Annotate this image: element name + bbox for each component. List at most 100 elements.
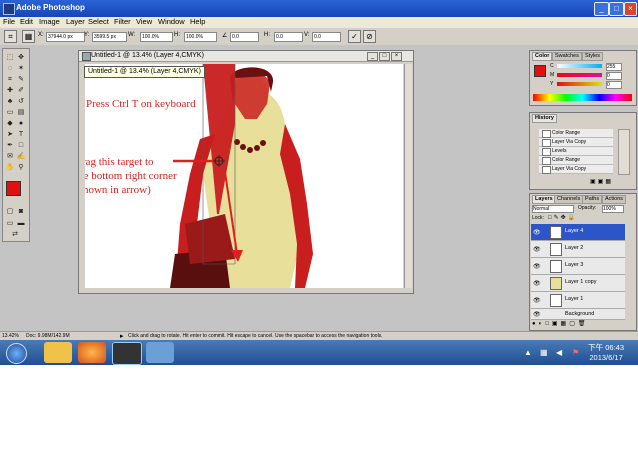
eye-icon[interactable]: 👁: [533, 263, 541, 270]
notes-tool-icon[interactable]: ✉: [5, 152, 15, 161]
menu-help[interactable]: Help: [190, 17, 205, 26]
firefox-taskbar-icon[interactable]: [78, 342, 106, 363]
history-scrollbar[interactable]: [618, 129, 630, 175]
history-brush-tool-icon[interactable]: ↺: [16, 97, 26, 106]
layers-footer-icons[interactable]: ●◐□▣▦▢🗑: [532, 320, 632, 328]
m-value[interactable]: 0: [606, 72, 622, 80]
eye-icon[interactable]: 👁: [533, 297, 541, 304]
vertical-scrollbar[interactable]: [404, 64, 412, 288]
menu-layer[interactable]: Layer: [66, 17, 85, 26]
tab-paths[interactable]: Paths: [582, 195, 603, 204]
path-selection-tool-icon[interactable]: ➤: [5, 130, 15, 139]
tray-arrow-icon[interactable]: ▲: [524, 348, 532, 357]
menu-filter[interactable]: Filter: [114, 17, 131, 26]
layer-row[interactable]: 👁 Background: [531, 309, 625, 320]
color-panel-fg-swatch[interactable]: [534, 65, 546, 77]
y-slider[interactable]: [557, 82, 602, 86]
tab-actions[interactable]: Actions: [602, 195, 627, 204]
opacity-field[interactable]: 100%: [602, 205, 624, 213]
commit-transform-button[interactable]: ✓: [348, 30, 361, 43]
blur-tool-icon[interactable]: ◆: [5, 119, 15, 128]
reference-point-icon[interactable]: ▦: [22, 30, 35, 43]
history-item[interactable]: Color Range: [539, 129, 613, 138]
doc-minimize-button[interactable]: _: [367, 52, 378, 61]
shape-tool-icon[interactable]: □: [16, 141, 26, 150]
doc-close-button[interactable]: ×: [391, 52, 402, 61]
document-title-bar[interactable]: Untitled-1 @ 13.4% (Layer 4,CMYK) _ □ ×: [79, 51, 413, 62]
x-field[interactable]: 37944.0 px: [46, 32, 85, 42]
menu-select[interactable]: Select: [88, 17, 109, 26]
y-value[interactable]: 0: [606, 81, 622, 89]
layer-row[interactable]: 👁 Layer 1: [531, 292, 625, 309]
move-tool-icon[interactable]: ✥: [16, 53, 26, 62]
w-field[interactable]: 100.0%: [140, 32, 173, 42]
history-item[interactable]: Color Range: [539, 156, 613, 165]
hand-tool-icon[interactable]: ✋: [5, 163, 15, 172]
c-slider[interactable]: [557, 64, 602, 68]
magic-wand-tool-icon[interactable]: ✶: [16, 64, 26, 73]
eye-icon[interactable]: 👁: [533, 246, 541, 253]
start-button[interactable]: [6, 343, 27, 364]
photoshop-taskbar-icon[interactable]: [112, 342, 142, 365]
eye-icon[interactable]: 👁: [533, 229, 541, 236]
layer-row[interactable]: 👁 Layer 3: [531, 258, 625, 275]
image-viewer-taskbar-icon[interactable]: [146, 342, 174, 363]
eyedropper-tool-icon[interactable]: ✍: [16, 152, 26, 161]
cancel-transform-button[interactable]: ⊘: [363, 30, 376, 43]
menu-view[interactable]: View: [136, 17, 152, 26]
menu-image[interactable]: Image: [39, 17, 60, 26]
foreground-color-swatch[interactable]: [6, 181, 21, 196]
standard-mode-icon[interactable]: ▢: [5, 207, 15, 216]
stamp-tool-icon[interactable]: ♣: [5, 97, 15, 106]
marquee-tool-icon[interactable]: ⬚: [5, 53, 15, 62]
minimize-button[interactable]: _: [594, 2, 609, 16]
gradient-tool-icon[interactable]: ▤: [16, 108, 26, 117]
eraser-tool-icon[interactable]: ▭: [5, 108, 15, 117]
blend-mode-select[interactable]: Normal: [532, 205, 574, 213]
layer-row[interactable]: 👁 Layer 2: [531, 241, 625, 258]
menu-file[interactable]: File: [3, 17, 15, 26]
explorer-taskbar-icon[interactable]: [44, 342, 72, 363]
eye-icon[interactable]: 👁: [533, 311, 541, 318]
tab-channels[interactable]: Channels: [554, 195, 584, 204]
close-button[interactable]: ×: [624, 2, 637, 16]
jump-to-imageready-icon[interactable]: ⇄: [10, 230, 20, 239]
brush-tool-icon[interactable]: ✐: [16, 86, 26, 95]
lock-icons[interactable]: □✎✥🔒: [548, 214, 577, 221]
hskew-field[interactable]: 0.0: [274, 32, 303, 42]
crop-tool-icon[interactable]: ⌗: [5, 75, 15, 84]
layer-row[interactable]: 👁 Layer 1 copy: [531, 275, 625, 292]
c-value[interactable]: 255: [606, 63, 622, 71]
h-field[interactable]: 100.0%: [184, 32, 217, 42]
volume-icon[interactable]: ◀: [556, 348, 562, 357]
screen-mode-full-icon[interactable]: ▬: [16, 219, 26, 228]
vskew-field[interactable]: 0.0: [312, 32, 341, 42]
menu-edit[interactable]: Edit: [20, 17, 33, 26]
eye-icon[interactable]: 👁: [533, 280, 541, 287]
tab-styles[interactable]: Styles: [582, 52, 603, 61]
clock[interactable]: 下午 06:43 2013/6/17: [588, 343, 624, 363]
angle-field[interactable]: 0.0: [230, 32, 259, 42]
type-tool-icon[interactable]: T: [16, 130, 26, 139]
doc-maximize-button[interactable]: □: [379, 52, 390, 61]
maximize-button[interactable]: □: [609, 2, 624, 16]
history-footer-icons[interactable]: ▣▣▦: [590, 178, 630, 186]
m-slider[interactable]: [557, 73, 602, 77]
color-spectrum-bar[interactable]: [533, 94, 632, 101]
y-field[interactable]: 3599.5 px: [92, 32, 127, 42]
history-item[interactable]: Layer Via Copy: [539, 165, 613, 174]
history-item[interactable]: Levels: [539, 147, 613, 156]
dodge-tool-icon[interactable]: ●: [16, 119, 26, 128]
action-center-icon[interactable]: ⚑: [572, 348, 579, 357]
history-item[interactable]: Layer Via Copy: [539, 138, 613, 147]
screen-mode-standard-icon[interactable]: ▭: [5, 219, 15, 228]
network-icon[interactable]: ▦: [540, 348, 548, 357]
lasso-tool-icon[interactable]: ◌: [5, 64, 15, 73]
healing-brush-tool-icon[interactable]: ✚: [5, 86, 15, 95]
tab-layers[interactable]: Layers: [532, 195, 556, 204]
document-canvas[interactable]: 1. Press Ctrl T on keyboard 2. Drag this…: [85, 64, 403, 288]
slice-tool-icon[interactable]: ✎: [16, 75, 26, 84]
pen-tool-icon[interactable]: ✒: [5, 141, 15, 150]
zoom-tool-icon[interactable]: ⚲: [16, 163, 26, 172]
tab-color[interactable]: Color: [532, 52, 553, 61]
